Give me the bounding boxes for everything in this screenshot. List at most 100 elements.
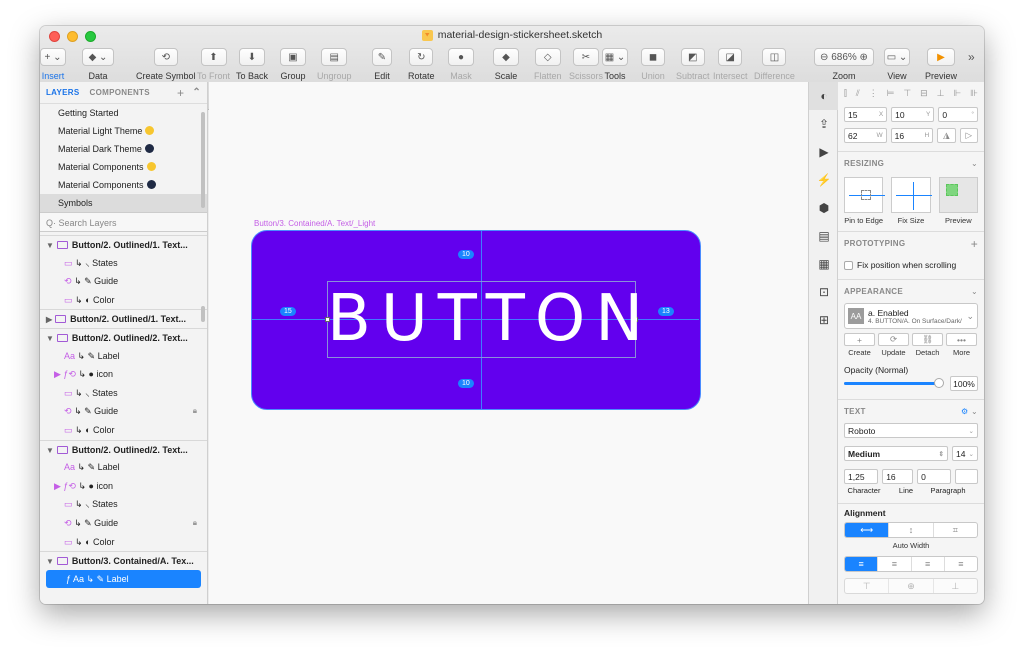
layer-item[interactable]: ▭ ↳ ⸜ States <box>40 384 207 403</box>
toolbar-difference-button[interactable]: ◫ Difference <box>754 48 795 81</box>
character-spacing-field[interactable]: 1,25 <box>844 469 879 484</box>
layer-selected[interactable]: ƒ Aa ↳ ✎ Label <box>46 569 201 589</box>
toolbar-subtract-button[interactable]: ◩ Subtract <box>676 48 710 81</box>
lock-icon[interactable]: 🔒︎ <box>193 514 197 533</box>
toolbar-data-button[interactable]: ◆ ⌄ Data <box>82 48 114 81</box>
toolbar-view-button[interactable]: ▭ ⌄ View <box>884 48 910 81</box>
extra-spacing-field[interactable] <box>955 469 979 484</box>
flip-horizontal-icon[interactable]: ◮ <box>937 128 956 143</box>
layer-item[interactable]: ▭ ↳ ◐ Color <box>40 421 207 440</box>
vertical-align-segment[interactable]: ⊤ ⊕ ⊥ <box>844 578 978 594</box>
layer-item[interactable]: Aa ↳ ✎ Label <box>40 458 207 477</box>
y-field[interactable]: 10 Y <box>891 107 935 122</box>
page-item[interactable]: Material Dark Theme <box>40 140 207 158</box>
grid-icon[interactable]: ▦ <box>809 250 839 278</box>
text-style-picker[interactable]: AA a. Enabled 4. BUTTON/A. On Surface/Da… <box>844 303 978 329</box>
text-sizing-segment[interactable]: ⟷ ↕ ⌗ <box>844 522 978 538</box>
toolbar-preview-button[interactable]: ▶ Preview <box>925 48 957 81</box>
line-height-field[interactable]: 16 <box>882 469 914 484</box>
layer-symbol-group[interactable]: ▼ Button/2. Outlined/1. Text... <box>40 235 207 254</box>
text-header[interactable]: TEXT ⚙ ⌄ <box>838 399 984 423</box>
toolbar-zoom-button[interactable]: ⊖ 686% ⊕ Zoom <box>814 48 874 81</box>
align-right-icon[interactable]: ⊨ <box>887 88 895 99</box>
opacity-field[interactable]: 100% <box>950 376 978 391</box>
flip-vertical-icon[interactable]: ▷ <box>959 128 978 143</box>
search-layers-field[interactable]: Q· Search Layers <box>40 212 207 232</box>
rotation-field[interactable]: 0 ° <box>938 107 978 122</box>
search-input[interactable]: Search Layers <box>59 218 117 228</box>
layer-item[interactable]: Aa ↳ ✎ Label <box>40 347 207 366</box>
distribute-icon[interactable]: ⋮ <box>869 88 878 99</box>
page-item[interactable]: Symbols <box>40 194 207 212</box>
toolbar-ungroup-button[interactable]: ▤ Ungroup <box>317 48 352 81</box>
layer-item[interactable]: ▭ ↳ ⸜ States <box>40 254 207 273</box>
lock-icon[interactable]: 🔒︎ <box>193 402 197 421</box>
x-field[interactable]: 15 X <box>844 107 888 122</box>
inspect-tab-icon[interactable]: ◐ <box>809 82 839 110</box>
align-middle-icon[interactable]: ⊟ <box>920 88 928 99</box>
layer-symbol-group[interactable]: ▼ Button/3. Contained/A. Tex... <box>40 551 207 570</box>
align-distribute-v-icon[interactable]: ⊩ <box>953 88 961 99</box>
layer-item[interactable]: ⟲ ↳ ✎ Guide <box>40 272 207 291</box>
opacity-slider[interactable] <box>844 378 944 388</box>
font-size-field[interactable]: 14 ⌄ <box>952 446 978 461</box>
font-family-select[interactable]: Roboto ⌄ <box>844 423 978 438</box>
valign-bottom-icon[interactable]: ⊥ <box>934 579 977 593</box>
detach-style-button[interactable]: ⛓ Detach <box>912 333 943 357</box>
flash-icon[interactable]: ⚡ <box>809 166 839 194</box>
disclosure-triangle-icon[interactable]: ▼ <box>46 557 54 566</box>
image-add-icon[interactable]: ⊞ <box>809 306 839 334</box>
toolbar-to-front-button[interactable]: ⬆ To Front <box>197 48 230 81</box>
valign-top-icon[interactable]: ⊤ <box>845 579 890 593</box>
layer-item[interactable]: ▭ ↳ ◐ Color <box>40 291 207 310</box>
update-style-button[interactable]: ⟳ Update <box>878 333 909 357</box>
layer-item[interactable]: ⟲ ↳ ✎ Guide 🔒︎ <box>40 402 207 421</box>
page-item[interactable]: Material Components <box>40 176 207 194</box>
toolbar-flatten-button[interactable]: ◇ Flatten <box>534 48 562 81</box>
toolbar-create-symbol-button[interactable]: ⟲ Create Symbol <box>136 48 196 81</box>
page-item[interactable]: Material Components <box>40 158 207 176</box>
fix-position-checkbox[interactable] <box>844 260 853 270</box>
prototyping-header[interactable]: PROTOTYPING + <box>838 231 984 255</box>
more-style-button[interactable]: ••• More <box>946 333 977 357</box>
toolbar-tools-button[interactable]: ▦ ⌄ Tools <box>602 48 628 81</box>
disclosure-triangle-icon[interactable]: ▼ <box>46 241 54 250</box>
auto-height-option[interactable]: ↕ <box>889 523 934 537</box>
tab-layers[interactable]: LAYERS <box>46 88 80 97</box>
layer-item[interactable]: ▶ ƒ⟲ ↳ ● icon <box>40 477 207 496</box>
crop-icon[interactable]: ⊡ <box>809 278 839 306</box>
toolbar-intersect-button[interactable]: ◪ Intersect <box>713 48 748 81</box>
collapse-pages-icon[interactable]: ⌃ <box>192 87 201 98</box>
text-align-center-icon[interactable]: ≡ <box>878 557 912 571</box>
page-item[interactable]: Material Light Theme <box>40 122 207 140</box>
fix-size-control[interactable] <box>891 177 933 213</box>
create-style-button[interactable]: + Create <box>844 333 875 357</box>
canvas[interactable]: Button/3. Contained/A. Text/_Light BUTTO… <box>209 82 809 604</box>
valign-middle-icon[interactable]: ⊕ <box>889 579 934 593</box>
prototype-play-icon[interactable]: ▶ <box>809 138 839 166</box>
plugin-hex-icon[interactable]: ⬢ <box>809 194 839 222</box>
layer-symbol-group[interactable]: ▶ Button/2. Outlined/1. Text... <box>40 309 207 328</box>
layer-item[interactable]: ⟲ ↳ ✎ Guide 🔒︎ <box>40 514 207 533</box>
toolbar-insert-button[interactable]: + ⌄ Insert <box>40 48 66 81</box>
text-align-justify-icon[interactable]: ≡ <box>945 557 977 571</box>
toolbar-scissors-button[interactable]: ✂ Scissors <box>569 48 603 81</box>
appearance-header[interactable]: APPEARANCE ⌄ <box>838 279 984 303</box>
align-left-icon[interactable]: ⫿ <box>844 88 847 99</box>
fix-position-row[interactable]: Fix position when scrolling <box>838 255 984 275</box>
add-page-icon[interactable]: + <box>177 86 184 100</box>
toolbar-mask-button[interactable]: ● Mask <box>448 48 474 81</box>
layer-item[interactable]: ▶ ƒ⟲ ↳ ● icon <box>40 365 207 384</box>
opacity-slider-thumb[interactable] <box>934 378 944 388</box>
toolbar-scale-button[interactable]: ◆ Scale <box>493 48 519 81</box>
layers-scrollbar[interactable] <box>201 306 205 322</box>
disclosure-triangle-icon[interactable]: ▼ <box>46 446 54 455</box>
height-field[interactable]: 16 H <box>890 128 934 143</box>
layout-list-icon[interactable]: ▤ <box>809 222 839 250</box>
toolbar-rotate-button[interactable]: ↻ Rotate <box>408 48 435 81</box>
toolbar-to-back-button[interactable]: ⬇ To Back <box>236 48 268 81</box>
disclosure-triangle-icon[interactable]: ▶ <box>46 315 52 324</box>
layer-symbol-group[interactable]: ▼ Button/2. Outlined/2. Text... <box>40 439 207 459</box>
align-distribute-h-icon[interactable]: ⊪ <box>970 88 978 99</box>
layer-symbol-group[interactable]: ▼ Button/2. Outlined/2. Text... <box>40 327 207 347</box>
